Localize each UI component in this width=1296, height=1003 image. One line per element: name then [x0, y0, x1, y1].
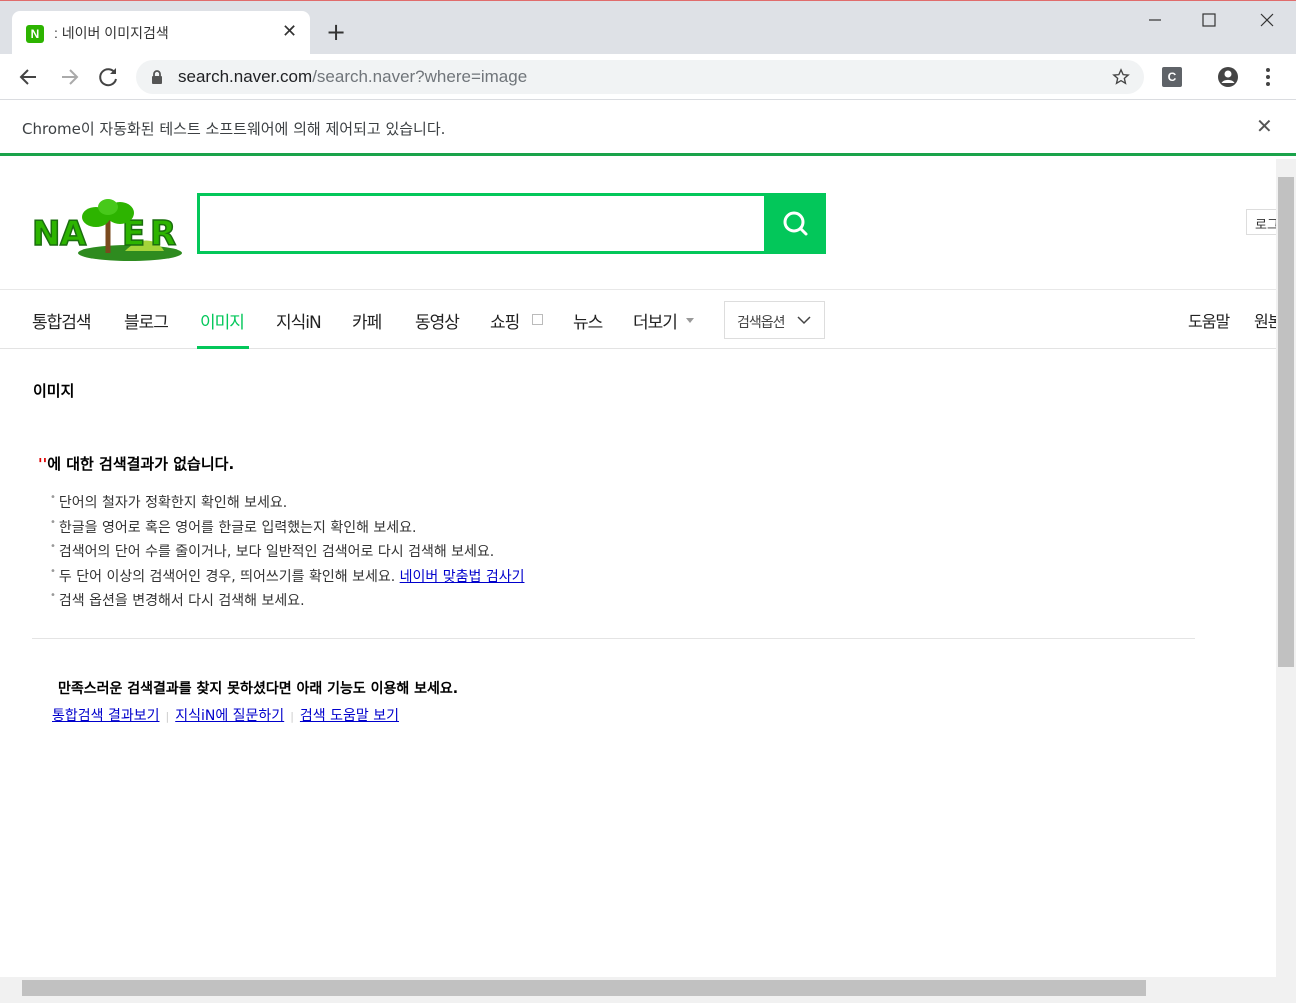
- list-item: • 검색어의 단어 수를 줄이거나, 보다 일반적인 검색어로 다시 검색해 보세…: [50, 541, 495, 560]
- profile-avatar-icon[interactable]: [1217, 66, 1239, 88]
- help-link[interactable]: 도움말: [1188, 308, 1230, 332]
- lock-icon[interactable]: [150, 69, 164, 85]
- query-text: '': [38, 455, 48, 473]
- infobar-message: Chrome이 자동화된 테스트 소프트웨어에 의해 제어되고 있습니다.: [22, 120, 446, 138]
- search-button[interactable]: [764, 193, 826, 254]
- svg-text:R: R: [150, 214, 176, 254]
- search-options-button[interactable]: 검색옵션: [724, 301, 825, 339]
- alternative-title: 만족스러운 검색결과를 찾지 못하셨다면 아래 기능도 이용해 보세요.: [58, 681, 459, 697]
- integrated-search-link[interactable]: 통합검색 결과보기: [52, 708, 160, 724]
- no-result-text: 에 대한 검색결과가 없습니다.: [47, 455, 235, 473]
- reload-icon[interactable]: [96, 64, 122, 90]
- horizontal-scroll-thumb[interactable]: [22, 980, 1146, 996]
- window-close-icon[interactable]: [1244, 7, 1290, 33]
- section-title: 이미지: [33, 382, 75, 400]
- tab-cafe[interactable]: 카페: [352, 308, 382, 333]
- maximize-icon[interactable]: [1186, 7, 1232, 33]
- alternative-links: 통합검색 결과보기 | 지식iN에 질문하기 | 검색 도움말 보기: [52, 708, 399, 724]
- naver-favicon-icon: N: [26, 25, 44, 43]
- list-item: • 검색 옵션을 변경해서 다시 검색해 보세요.: [50, 590, 305, 609]
- tab-kin[interactable]: 지식iN: [276, 308, 322, 333]
- tab-blog[interactable]: 블로그: [124, 308, 169, 333]
- url-text: search.naver.com/search.naver?where=imag…: [178, 67, 527, 87]
- tab-strip: N : 네이버 이미지검색 ✕ +: [0, 0, 1296, 55]
- extension-icon[interactable]: C: [1162, 67, 1182, 87]
- tab-news[interactable]: 뉴스: [573, 308, 603, 333]
- bookmark-star-icon[interactable]: [1112, 68, 1130, 86]
- list-item: • 두 단어 이상의 검색어인 경우, 띄어쓰기를 확인해 보세요. 네이버 맞춤…: [50, 566, 525, 585]
- svg-text:N: N: [32, 214, 60, 254]
- original-link[interactable]: 원본: [1254, 308, 1276, 332]
- tab-image[interactable]: 이미지: [200, 308, 245, 333]
- browser-tab[interactable]: N : 네이버 이미지검색 ✕: [12, 11, 310, 55]
- list-item: • 단어의 철자가 정확한지 확인해 보세요.: [50, 492, 288, 511]
- login-button[interactable]: 로그: [1246, 209, 1276, 235]
- list-item: • 한글을 영어로 혹은 영어를 한글로 입력했는지 확인해 보세요.: [50, 517, 417, 536]
- more-caret-icon: [686, 318, 694, 323]
- search-options-label: 검색옵션: [737, 315, 786, 331]
- new-tab-button[interactable]: +: [326, 19, 346, 45]
- minimize-icon[interactable]: [1132, 7, 1178, 33]
- forward-arrow-icon[interactable]: [56, 64, 82, 90]
- search-help-link[interactable]: 검색 도움말 보기: [300, 708, 399, 724]
- spell-checker-link[interactable]: 네이버 맞춤법 검사기: [400, 569, 525, 585]
- search-icon: [783, 211, 808, 236]
- naver-logo[interactable]: NAER: [30, 195, 190, 261]
- tab-close-icon[interactable]: ✕: [282, 21, 297, 43]
- infobar-close-icon[interactable]: ✕: [1256, 114, 1273, 138]
- chevron-down-icon: [797, 316, 811, 325]
- tab-integrated[interactable]: 통합검색: [32, 308, 92, 333]
- divider: [32, 638, 1195, 639]
- tab-title: : 네이버 이미지검색: [54, 25, 169, 41]
- search-input[interactable]: [197, 193, 765, 254]
- search-category-nav: 통합검색 블로그 이미지 지식iN 카페 동영상 쇼핑 뉴스 더보기 검색옵션 …: [0, 289, 1276, 349]
- no-result-message: ''에 대한 검색결과가 없습니다.: [38, 453, 234, 474]
- back-arrow-icon[interactable]: [16, 64, 42, 90]
- active-tab-underline: [197, 346, 249, 349]
- kin-question-link[interactable]: 지식iN에 질문하기: [175, 708, 284, 724]
- url-host: search.naver.com: [178, 67, 313, 86]
- tab-shopping[interactable]: 쇼핑: [490, 308, 520, 333]
- menu-kebab-icon[interactable]: [1258, 66, 1278, 88]
- url-path: /search.naver?where=image: [312, 67, 528, 86]
- naver-page: NAER 로그 통합검색 블로그 이미지 지식iN 카페 동영상 쇼핑 뉴스 더…: [0, 159, 1276, 977]
- tab-more[interactable]: 더보기: [633, 308, 678, 333]
- tab-video[interactable]: 동영상: [415, 308, 460, 333]
- browser-toolbar: search.naver.com/search.naver?where=imag…: [0, 54, 1296, 100]
- automation-infobar: Chrome이 자동화된 테스트 소프트웨어에 의해 제어되고 있습니다. ✕: [0, 100, 1296, 156]
- address-bar[interactable]: search.naver.com/search.naver?where=imag…: [136, 60, 1144, 94]
- vertical-scroll-thumb[interactable]: [1278, 177, 1294, 667]
- external-window-icon: [532, 314, 543, 325]
